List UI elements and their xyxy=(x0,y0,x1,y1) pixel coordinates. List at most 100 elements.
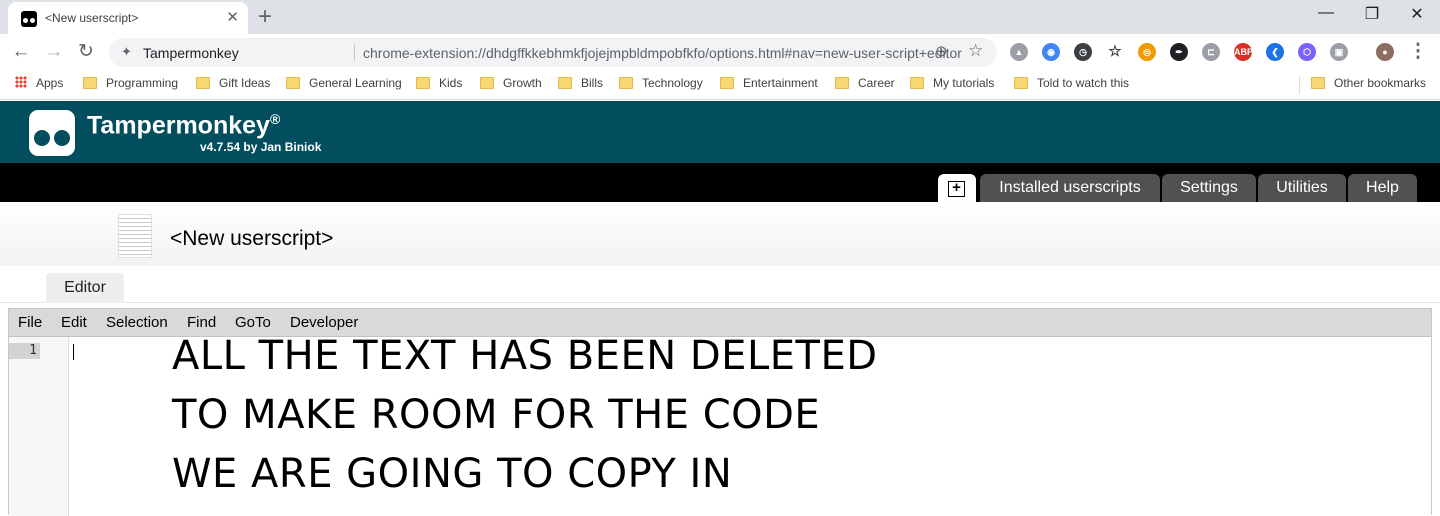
bookmark-folder[interactable]: Growth xyxy=(480,76,542,94)
text-cursor xyxy=(73,344,74,360)
bookmark-star-icon[interactable]: ☆ xyxy=(968,41,983,61)
bookmark-apps[interactable]: Apps xyxy=(15,76,63,94)
reload-button[interactable]: ↻ xyxy=(74,40,98,64)
forward-button[interactable]: → xyxy=(42,40,66,64)
folder-icon xyxy=(619,77,633,89)
tab-settings[interactable]: Settings xyxy=(1162,174,1256,202)
minimize-button[interactable]: — xyxy=(1303,4,1349,22)
bookmark-folder-label: Gift Ideas xyxy=(219,76,271,90)
bookmarks-bar: Apps Programming Gift Ideas General Learni… xyxy=(0,70,1440,100)
feather-icon[interactable]: ✒ xyxy=(1170,43,1188,61)
address-bar[interactable]: ✦ Tampermonkey chrome-extension://dhdgff… xyxy=(109,38,997,67)
tab-help[interactable]: Help xyxy=(1348,174,1417,202)
bookmark-folder[interactable]: Kids xyxy=(416,76,462,94)
chrome-color-icon[interactable]: ◉ xyxy=(1042,43,1060,61)
bookmark-folder-label: Entertainment xyxy=(743,76,818,90)
browser-menu-icon[interactable]: ⋮ xyxy=(1406,40,1430,64)
line-number: 1 xyxy=(9,343,40,359)
app-name: Tampermonkey® xyxy=(87,111,280,140)
bookmark-folder-label: Kids xyxy=(439,76,463,90)
menu-developer[interactable]: Developer xyxy=(290,314,358,331)
tampermonkey-favicon-icon xyxy=(21,11,37,27)
address-separator xyxy=(354,44,355,61)
bookmark-folder[interactable]: Bills xyxy=(558,76,603,94)
menu-find[interactable]: Find xyxy=(187,314,216,331)
bookmark-other[interactable]: Other bookmarks xyxy=(1311,76,1426,94)
menu-selection[interactable]: Selection xyxy=(106,314,168,331)
folder-icon xyxy=(558,77,572,89)
overlay-text-line: ALL THE TEXT HAS BEEN DELETED xyxy=(172,333,878,379)
tab-strip: <New userscript> ✕ + — ❐ ✕ xyxy=(0,0,1440,34)
bookmark-folder-label: Bills xyxy=(581,76,604,90)
bookmark-folder-label: Told to watch this xyxy=(1037,76,1130,90)
drive-icon[interactable]: ▲ xyxy=(1010,43,1028,61)
script-thumbnail-icon xyxy=(118,214,152,258)
browser-toolbar: ← → ↻ ✦ Tampermonkey chrome-extension://… xyxy=(0,34,1440,70)
bookmark-apps-label: Apps xyxy=(36,76,64,90)
profile-avatar[interactable]: ● xyxy=(1376,43,1394,61)
tab-editor[interactable]: Editor xyxy=(46,273,124,303)
menu-edit[interactable]: Edit xyxy=(61,314,87,331)
new-tab-button[interactable]: + xyxy=(258,3,272,31)
bookmark-folder-label: Programming xyxy=(106,76,179,90)
tampermonkey-logo-icon xyxy=(29,110,75,156)
tab-utilities[interactable]: Utilities xyxy=(1258,174,1346,202)
owl-icon[interactable]: ◎ xyxy=(1138,43,1156,61)
editor-tab-bar: Editor xyxy=(0,266,1440,303)
hexagon-icon[interactable]: ⬡ xyxy=(1298,43,1316,61)
bookmark-folder[interactable]: Career xyxy=(835,76,895,94)
folder-icon xyxy=(720,77,734,89)
app-version: v4.7.54 by Jan Biniok xyxy=(200,140,322,154)
bookmark-folder[interactable]: Technology xyxy=(619,76,703,94)
plus-box-icon: + xyxy=(948,180,965,197)
tampermonkey-header: Tampermonkey® v4.7.54 by Jan Biniok xyxy=(0,101,1440,163)
tampermonkey-nav: + Installed userscripts Settings Utiliti… xyxy=(0,163,1440,202)
close-window-button[interactable]: ✕ xyxy=(1394,4,1440,24)
registered-mark: ® xyxy=(269,111,281,127)
apps-grid-icon xyxy=(15,76,27,88)
bookmark-folder[interactable]: General Learning xyxy=(286,76,402,94)
new-script-tab[interactable]: + xyxy=(938,174,976,202)
back-button[interactable]: ← xyxy=(9,40,33,64)
extension-puzzle-icon: ✦ xyxy=(121,44,132,59)
zoom-icon[interactable]: ⊕ xyxy=(935,42,948,60)
bracket-icon[interactable]: ⊏ xyxy=(1202,43,1220,61)
folder-icon xyxy=(1311,77,1325,89)
tab-installed-userscripts[interactable]: Installed userscripts xyxy=(980,174,1160,202)
bookmark-folder[interactable]: Told to watch this xyxy=(1014,76,1129,94)
bookmark-folder-label: Career xyxy=(858,76,895,90)
star-outline-icon[interactable]: ☆ xyxy=(1106,43,1124,61)
app-name-text: Tampermonkey xyxy=(87,111,270,140)
folder-icon xyxy=(835,77,849,89)
bookmark-folder-label: My tutorials xyxy=(933,76,995,90)
bookmark-folder[interactable]: My tutorials xyxy=(910,76,994,94)
line-gutter: 1 xyxy=(9,337,69,516)
bookmark-other-label: Other bookmarks xyxy=(1334,76,1427,90)
bookmark-folder-label: General Learning xyxy=(309,76,402,90)
folder-icon xyxy=(480,77,494,89)
tab-close-icon[interactable]: ✕ xyxy=(226,8,239,26)
browser-tab[interactable]: <New userscript> ✕ xyxy=(8,2,248,34)
bookmark-folder[interactable]: Gift Ideas xyxy=(196,76,270,94)
bookmark-folder[interactable]: Programming xyxy=(83,76,178,94)
bookmarks-separator xyxy=(1299,76,1300,94)
address-url[interactable]: chrome-extension://dhdgffkkebhmkfjojejmp… xyxy=(363,45,962,61)
address-origin: Tampermonkey xyxy=(143,45,239,61)
folder-icon xyxy=(196,77,210,89)
tampermonkey-ext-icon[interactable]: ▣ xyxy=(1330,43,1348,61)
script-header: <New userscript> xyxy=(0,202,1440,266)
bookmark-folder-label: Technology xyxy=(642,76,703,90)
adblock-icon[interactable]: ABP xyxy=(1234,43,1253,61)
folder-icon xyxy=(83,77,97,89)
overlay-text-line: WE ARE GOING TO COPY IN xyxy=(172,451,733,497)
folder-icon xyxy=(1014,77,1028,89)
script-title: <New userscript> xyxy=(170,227,334,250)
menu-file[interactable]: File xyxy=(18,314,42,331)
menu-goto[interactable]: GoTo xyxy=(235,314,271,331)
folder-icon xyxy=(910,77,924,89)
maximize-button[interactable]: ❐ xyxy=(1349,4,1395,24)
overlay-text-line: TO MAKE ROOM FOR THE CODE xyxy=(172,392,821,438)
clickup-icon[interactable]: ❮ xyxy=(1266,43,1284,61)
bookmark-folder[interactable]: Entertainment xyxy=(720,76,818,94)
clock-icon[interactable]: ◷ xyxy=(1074,43,1092,61)
